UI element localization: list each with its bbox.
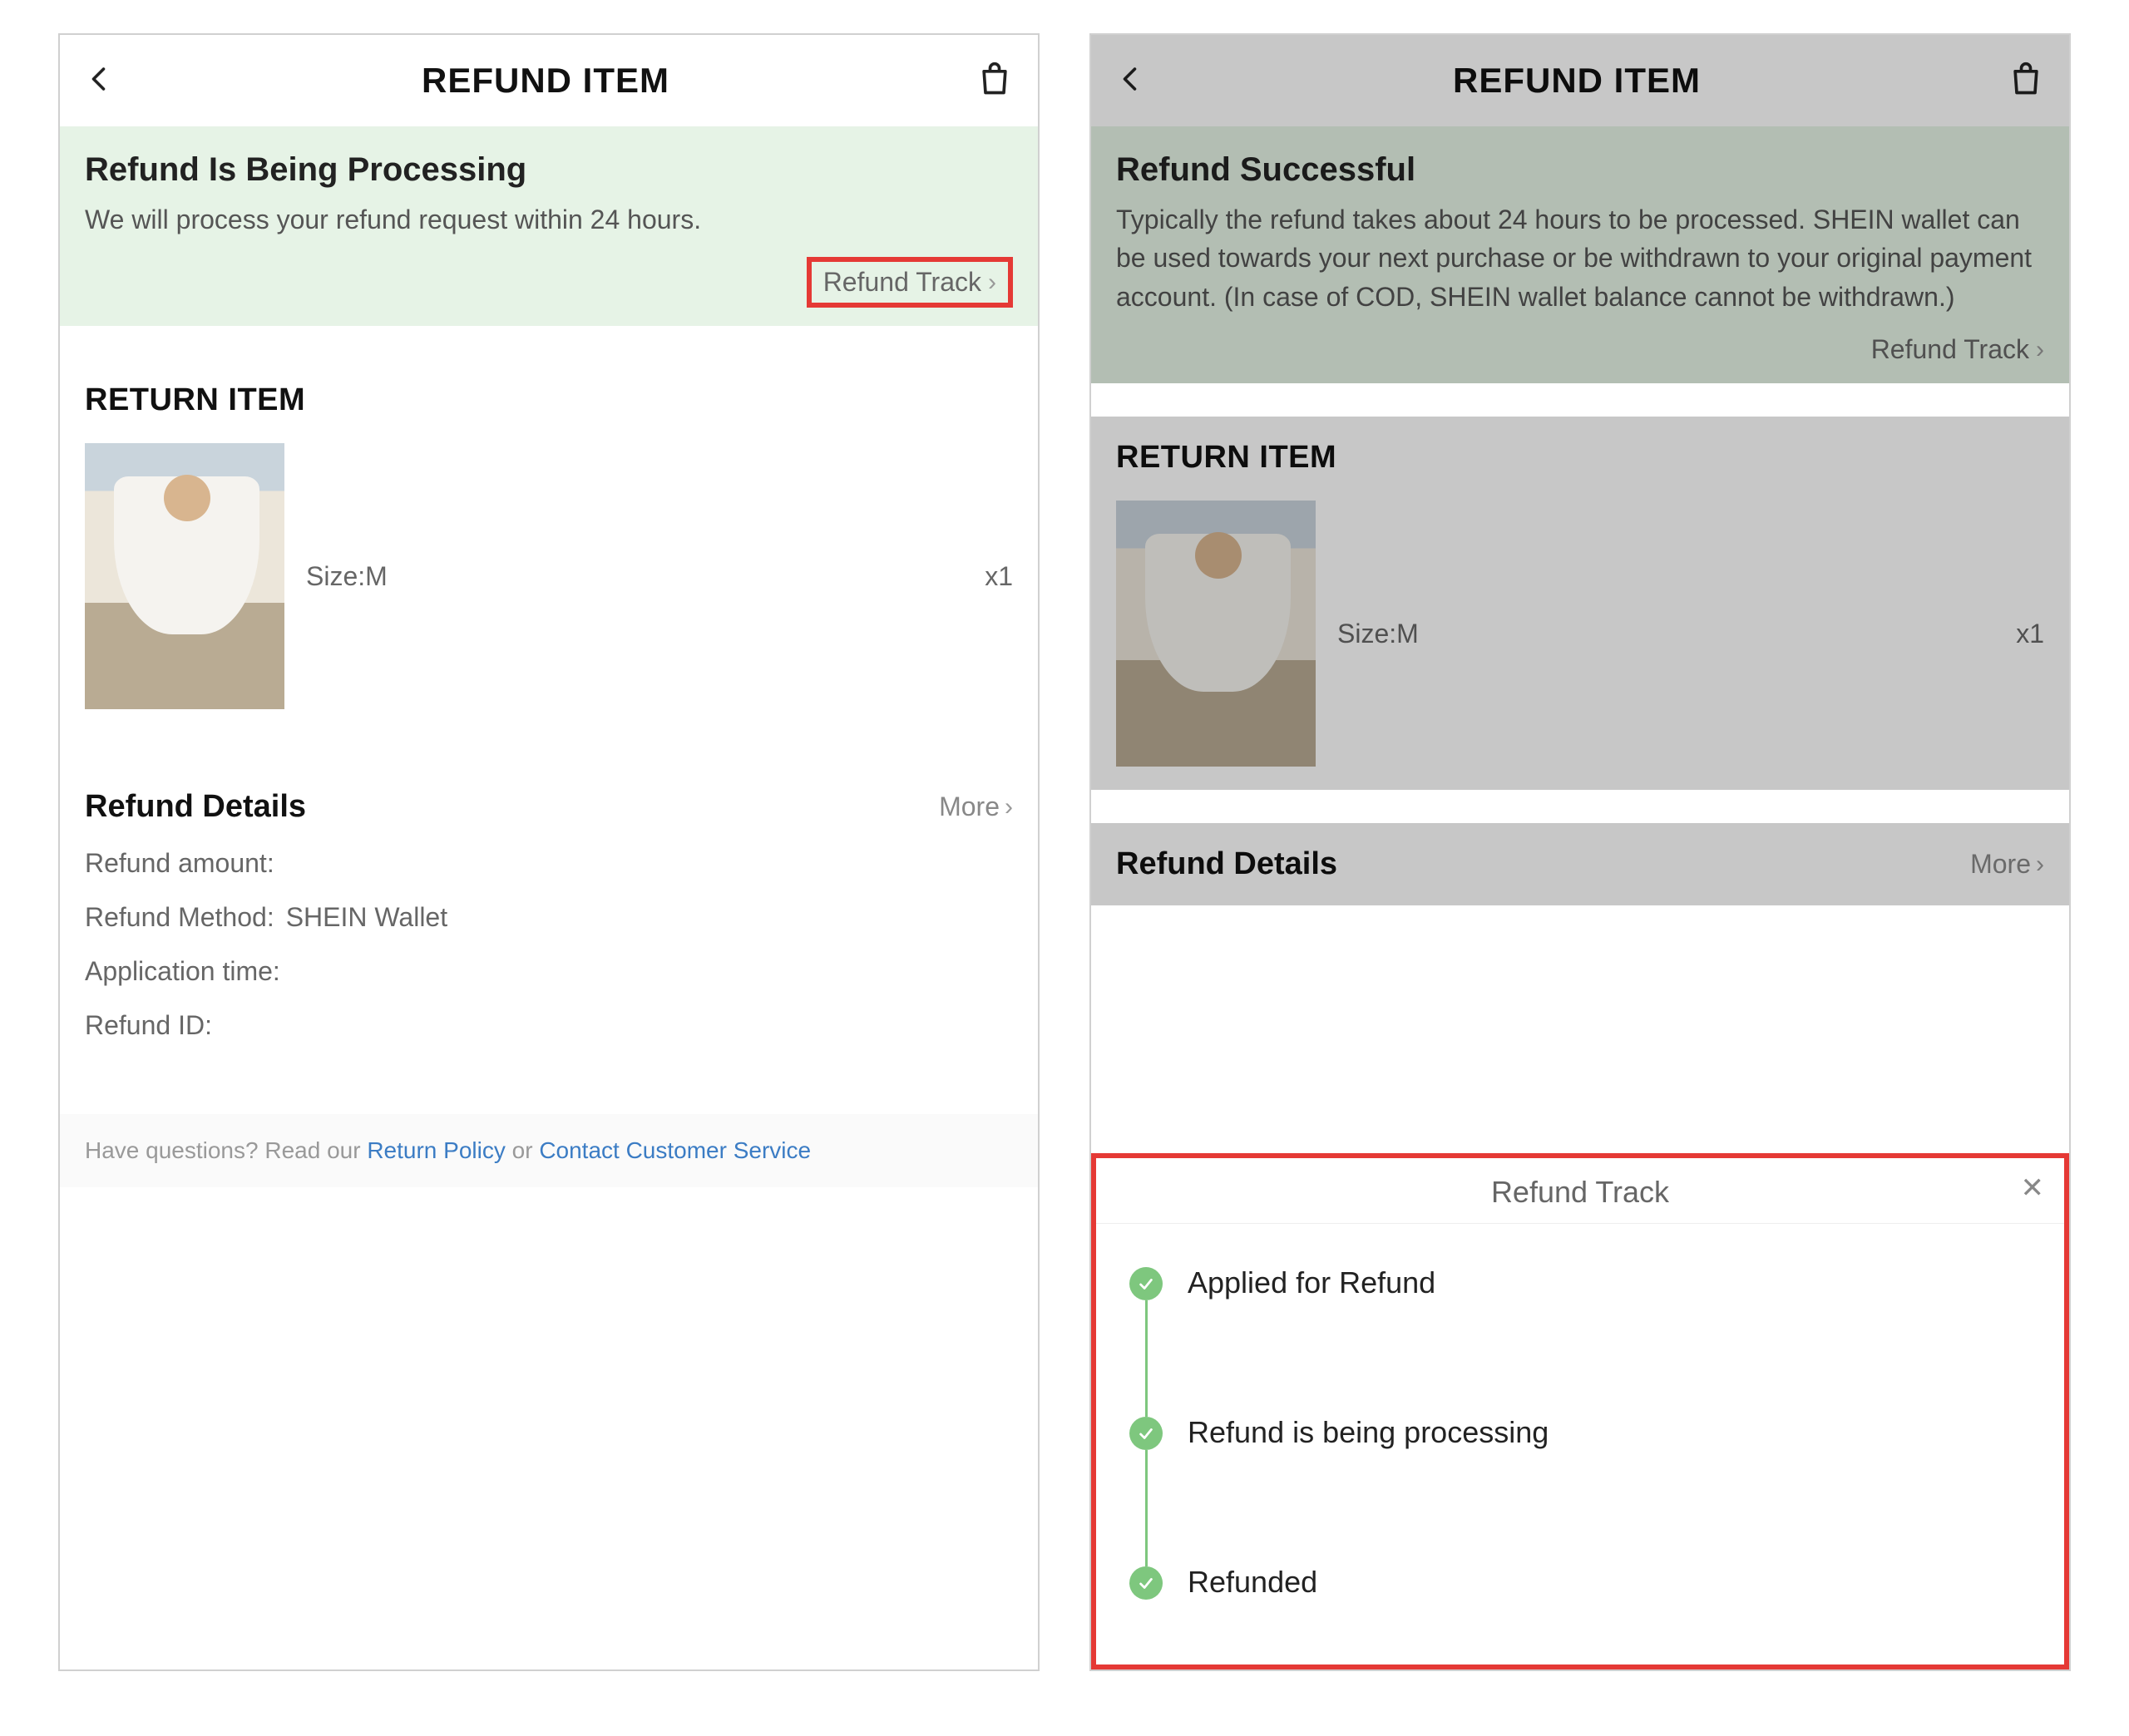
contact-service-link[interactable]: Contact Customer Service: [539, 1137, 811, 1163]
detail-label: Application time:: [85, 956, 280, 987]
screen-refund-successful: REFUND ITEM Refund Successful Typically …: [1089, 33, 2071, 1671]
check-circle-icon: [1129, 1566, 1163, 1600]
refund-details-section: Refund Details More ›: [1091, 823, 2069, 905]
detail-label: Refund amount:: [85, 848, 274, 879]
app-header: REFUND ITEM: [60, 35, 1038, 126]
return-item-row: Size:M x1: [1116, 501, 2044, 767]
help-mid: or: [506, 1137, 539, 1163]
track-step: Refund is being processing: [1129, 1415, 2031, 1565]
chevron-right-icon: ›: [1005, 793, 1013, 821]
detail-value: SHEIN Wallet: [286, 902, 447, 933]
more-label: More: [939, 792, 1000, 822]
return-item-heading: RETURN ITEM: [85, 382, 1013, 418]
back-button[interactable]: [1116, 64, 1146, 98]
screen-refund-processing: REFUND ITEM Refund Is Being Processing W…: [58, 33, 1040, 1671]
track-connector: [1145, 1300, 1148, 1417]
refund-track-sheet: Refund Track ✕ Applied for Refund Refund…: [1091, 1153, 2069, 1669]
refund-status-banner: Refund Is Being Processing We will proce…: [60, 126, 1038, 326]
sheet-title: Refund Track: [1491, 1175, 1669, 1209]
item-size: Size:M: [306, 561, 388, 592]
sheet-header: Refund Track ✕: [1096, 1158, 2064, 1224]
track-step-label: Applied for Refund: [1188, 1265, 2031, 1300]
refund-details-section: Refund Details More › Refund amount: Ref…: [60, 766, 1038, 1064]
shopping-bag-button[interactable]: [2008, 61, 2044, 101]
page-title: REFUND ITEM: [1453, 61, 1701, 101]
track-list: Applied for Refund Refund is being proce…: [1096, 1224, 2064, 1664]
product-thumbnail[interactable]: [85, 443, 284, 709]
chevron-right-icon: ›: [2036, 851, 2044, 879]
detail-id: Refund ID:: [85, 1010, 1013, 1041]
refund-details-heading: Refund Details: [1116, 846, 1337, 882]
chevron-right-icon: ›: [2036, 336, 2044, 364]
shopping-bag-icon: [976, 61, 1013, 97]
refund-details-heading: Refund Details: [85, 789, 306, 825]
chevron-left-icon: [85, 64, 115, 94]
chevron-left-icon: [1116, 64, 1146, 94]
item-quantity: x1: [985, 561, 1013, 592]
help-prefix: Have questions? Read our: [85, 1137, 367, 1163]
detail-label: Refund ID:: [85, 1010, 212, 1041]
refund-track-link[interactable]: Refund Track ›: [807, 257, 1013, 308]
close-icon: ✕: [2021, 1172, 2045, 1204]
refund-status-body: Typically the refund takes about 24 hour…: [1116, 200, 2044, 316]
detail-amount: Refund amount:: [85, 848, 1013, 879]
return-item-section: RETURN ITEM Size:M x1: [1091, 417, 2069, 790]
chevron-right-icon: ›: [988, 269, 996, 297]
back-button[interactable]: [85, 64, 115, 98]
return-item-row: Size:M x1: [85, 443, 1013, 709]
track-step-label: Refund is being processing: [1188, 1415, 2031, 1450]
refund-status-body: We will process your refund request with…: [85, 200, 1013, 239]
shopping-bag-icon: [2008, 61, 2044, 97]
product-thumbnail[interactable]: [1116, 501, 1316, 767]
detail-time: Application time:: [85, 956, 1013, 987]
help-bar: Have questions? Read our Return Policy o…: [60, 1114, 1038, 1187]
check-circle-icon: [1129, 1417, 1163, 1450]
track-step-label: Refunded: [1188, 1565, 2031, 1600]
item-size: Size:M: [1337, 619, 1419, 649]
page-title: REFUND ITEM: [422, 61, 669, 101]
return-item-heading: RETURN ITEM: [1116, 440, 2044, 476]
refund-track-link[interactable]: Refund Track ›: [1116, 334, 2044, 365]
app-header: REFUND ITEM: [1091, 35, 2069, 126]
refund-details-more[interactable]: More ›: [939, 792, 1013, 822]
item-quantity: x1: [2016, 619, 2044, 649]
more-label: More: [1970, 849, 2031, 880]
refund-status-title: Refund Successful: [1116, 151, 2044, 189]
shopping-bag-button[interactable]: [976, 61, 1013, 101]
detail-method: Refund Method: SHEIN Wallet: [85, 902, 1013, 933]
refund-details-more[interactable]: More ›: [1970, 849, 2044, 880]
return-policy-link[interactable]: Return Policy: [367, 1137, 506, 1163]
refund-status-title: Refund Is Being Processing: [85, 151, 1013, 189]
track-step: Applied for Refund: [1129, 1265, 2031, 1415]
close-button[interactable]: ✕: [2021, 1171, 2045, 1205]
check-circle-icon: [1129, 1267, 1163, 1300]
track-step: Refunded: [1129, 1565, 2031, 1606]
refund-track-label: Refund Track: [823, 267, 981, 298]
refund-status-banner: Refund Successful Typically the refund t…: [1091, 126, 2069, 383]
return-item-section: RETURN ITEM Size:M x1: [60, 359, 1038, 732]
detail-label: Refund Method:: [85, 902, 274, 933]
track-connector: [1145, 1450, 1148, 1566]
refund-track-label: Refund Track: [1871, 334, 2029, 365]
